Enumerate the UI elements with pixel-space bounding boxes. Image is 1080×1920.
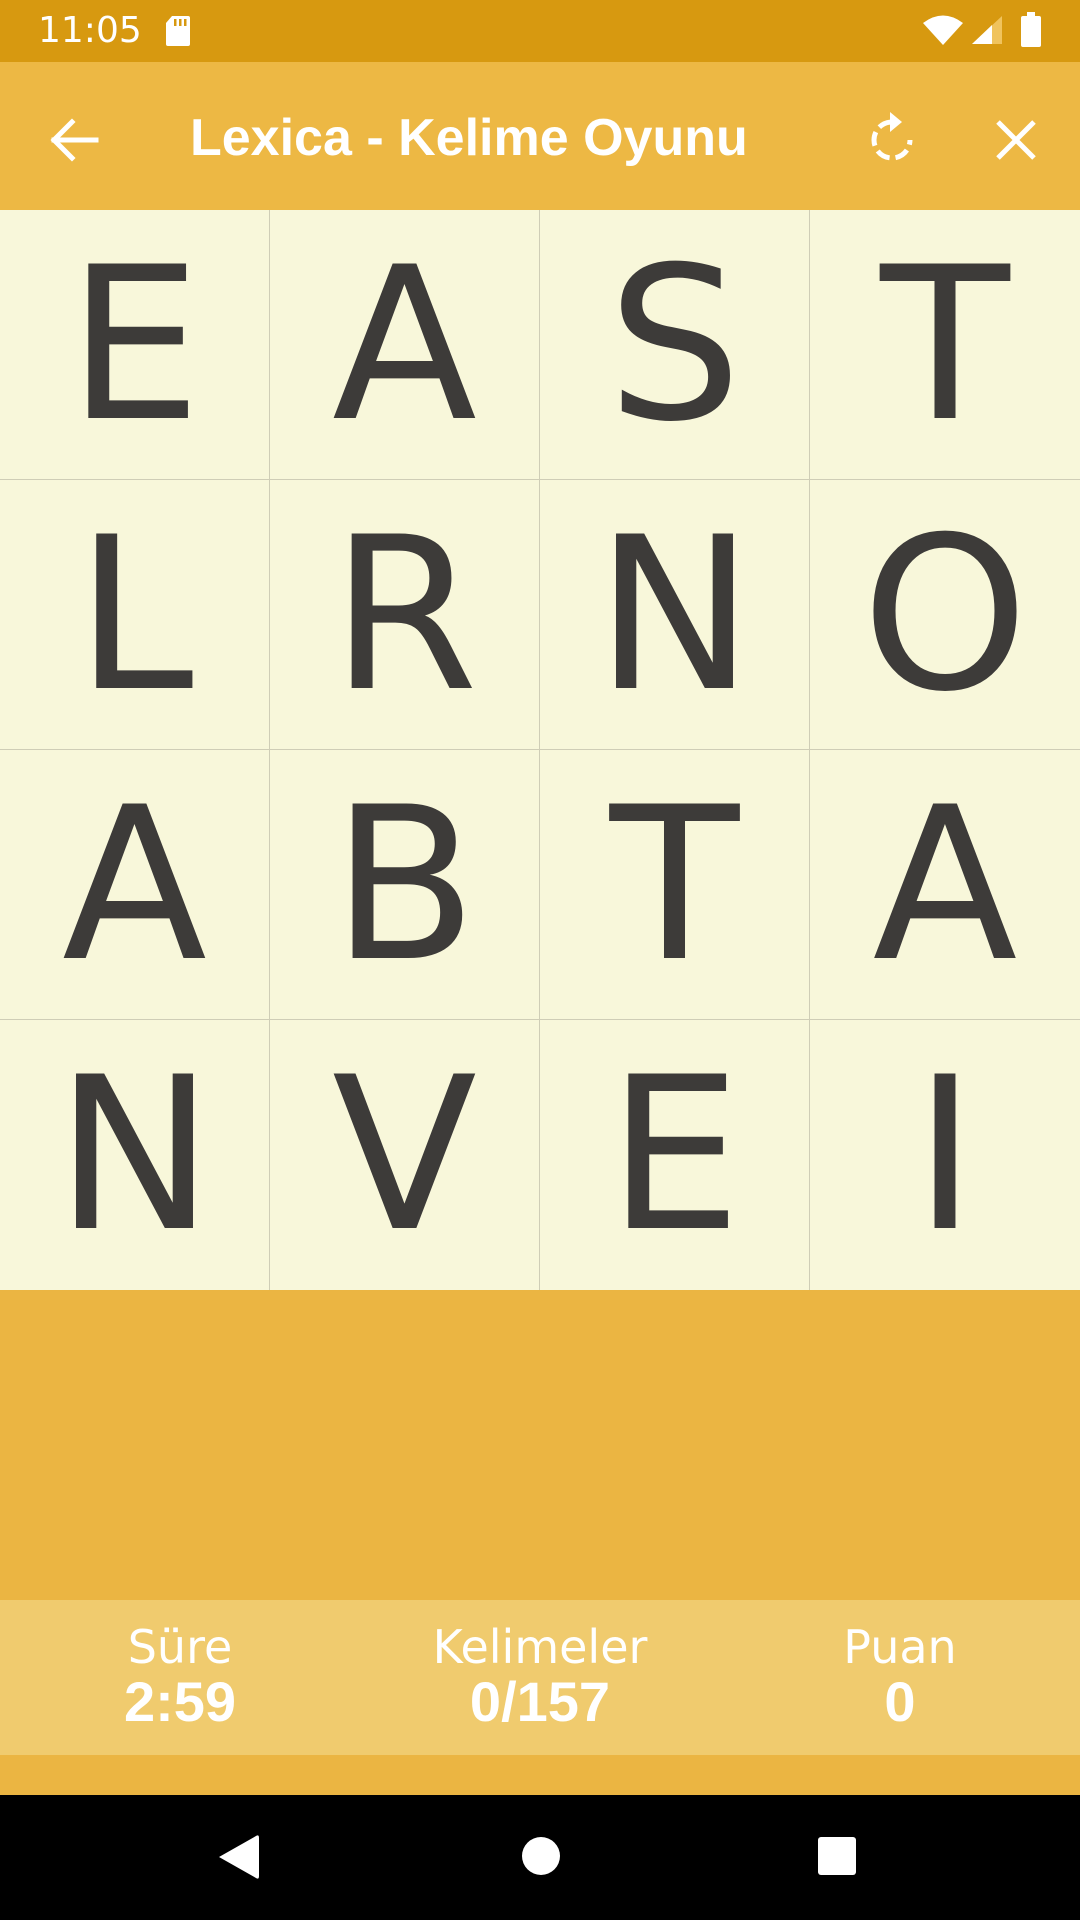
status-bar: 11:05 — [0, 0, 1080, 62]
system-nav-bar — [0, 1795, 1080, 1920]
app-title: Lexica - Kelime Oyunu — [190, 109, 748, 167]
score-value: 0 — [884, 1670, 916, 1733]
letter-tile[interactable]: S — [540, 210, 810, 480]
score-label: Puan — [843, 1620, 957, 1674]
letter-tile[interactable]: A — [0, 750, 270, 1020]
battery-icon — [1021, 12, 1041, 47]
nav-recents-icon[interactable] — [816, 1835, 858, 1877]
signal-icon — [972, 16, 1002, 44]
score-stat: Puan 0 — [720, 1622, 1080, 1732]
nav-back-icon[interactable] — [216, 1832, 262, 1882]
time-label: Süre — [127, 1620, 233, 1674]
app-bar: Lexica - Kelime Oyunu — [0, 62, 1080, 210]
letter-tile[interactable]: V — [270, 1020, 540, 1290]
letter-tile[interactable]: A — [270, 210, 540, 480]
back-arrow-icon[interactable] — [38, 104, 110, 176]
sd-card-icon — [166, 16, 190, 46]
letter-tile[interactable]: B — [270, 750, 540, 1020]
letter-tile[interactable]: T — [540, 750, 810, 1020]
close-icon[interactable] — [980, 104, 1052, 176]
letter-board: E A S T L R N O A B T A N V E I — [0, 210, 1080, 1290]
letter-tile[interactable]: E — [0, 210, 270, 480]
words-value: 0/157 — [469, 1670, 611, 1733]
words-stat: Kelimeler 0/157 — [360, 1622, 720, 1732]
score-bar: Süre 2:59 Kelimeler 0/157 Puan 0 — [0, 1600, 1080, 1755]
letter-tile[interactable]: E — [540, 1020, 810, 1290]
letter-tile[interactable]: N — [540, 480, 810, 750]
status-time: 11:05 — [38, 10, 142, 51]
letter-tile[interactable]: O — [810, 480, 1080, 750]
letter-tile[interactable]: A — [810, 750, 1080, 1020]
letter-tile[interactable]: I — [810, 1020, 1080, 1290]
wifi-icon — [923, 15, 963, 45]
letter-tile[interactable]: L — [0, 480, 270, 750]
restart-icon[interactable] — [856, 104, 928, 176]
letter-tile[interactable]: N — [0, 1020, 270, 1290]
nav-home-icon[interactable] — [520, 1835, 562, 1877]
words-label: Kelimeler — [432, 1620, 648, 1674]
time-value: 2:59 — [123, 1670, 237, 1733]
found-words-area — [0, 1290, 1080, 1600]
time-stat: Süre 2:59 — [0, 1622, 360, 1732]
letter-tile[interactable]: T — [810, 210, 1080, 480]
bottom-strip — [0, 1755, 1080, 1795]
letter-tile[interactable]: R — [270, 480, 540, 750]
